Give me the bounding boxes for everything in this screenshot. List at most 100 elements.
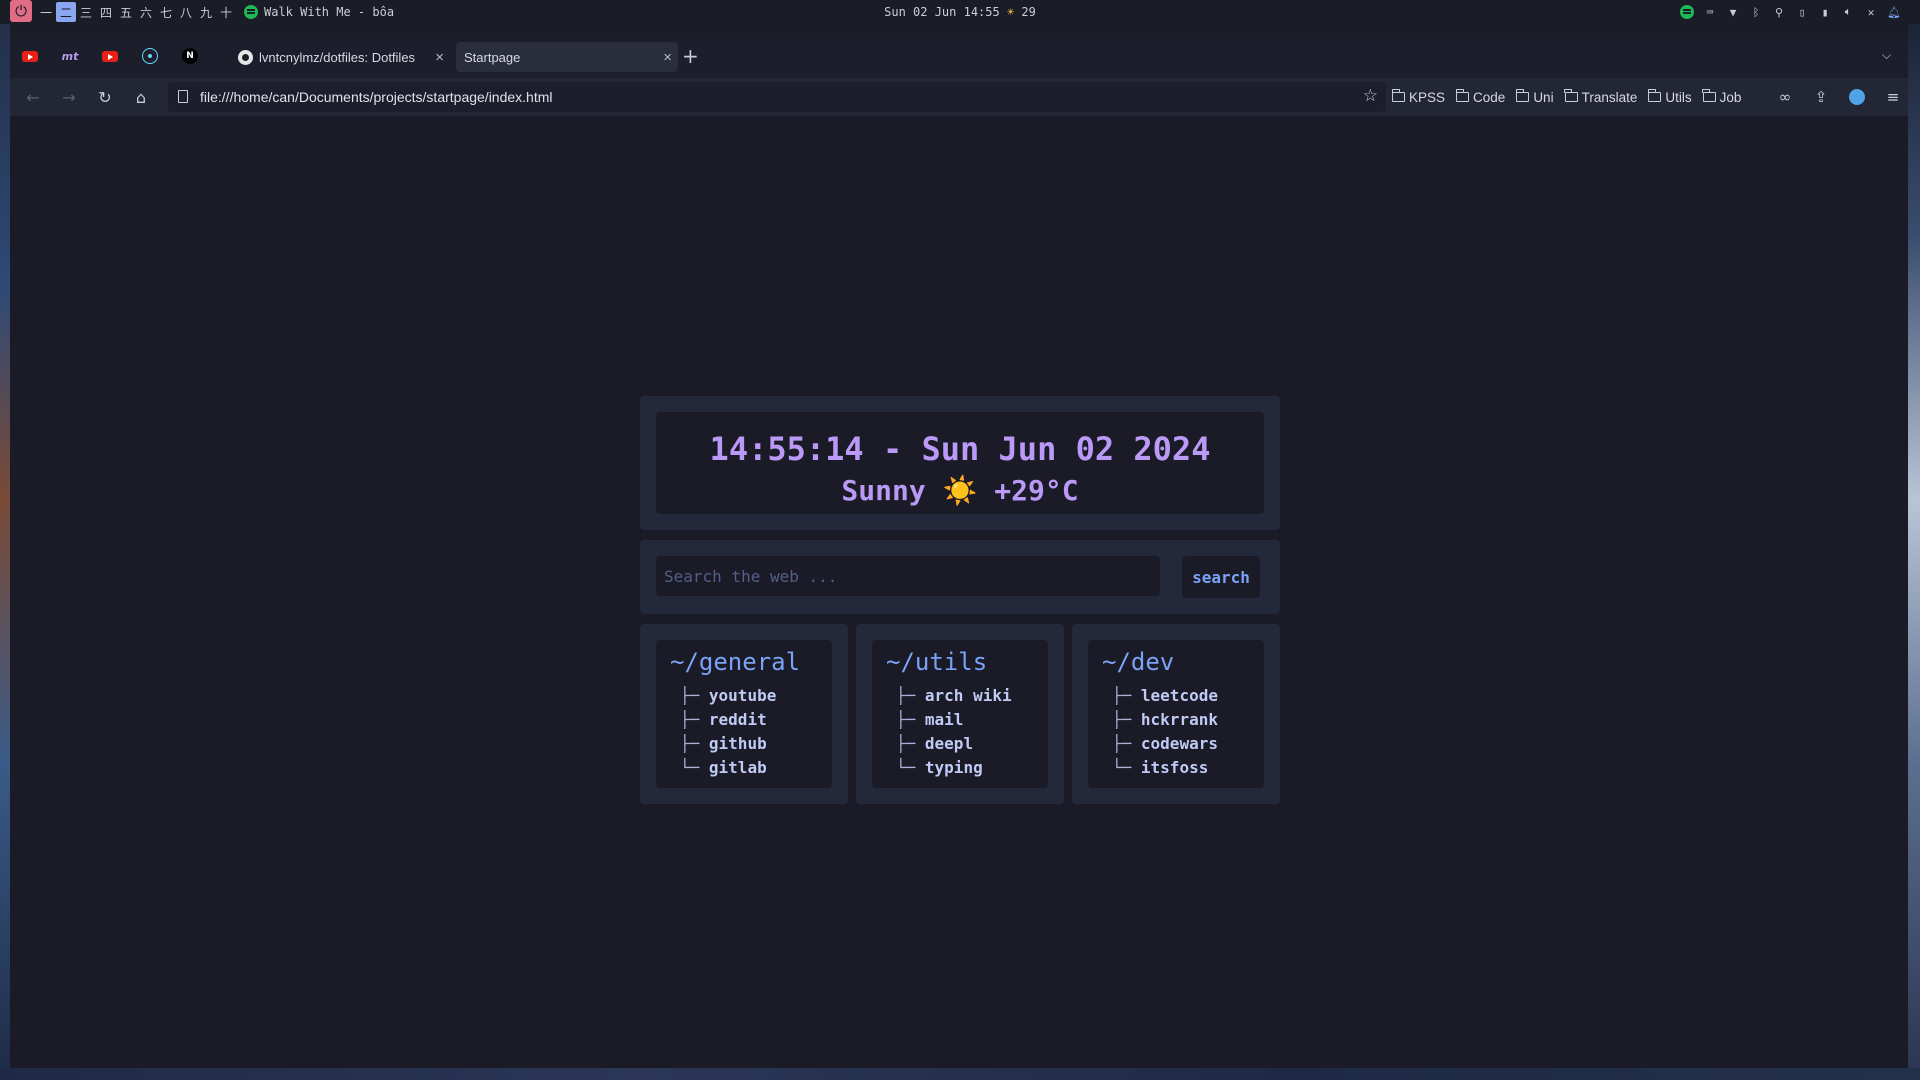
mic-muted-icon[interactable]: ✕: [1864, 5, 1878, 19]
workspace-2[interactable]: 二: [56, 2, 76, 22]
link-hckrrank[interactable]: hckrrank: [1141, 710, 1218, 729]
folder-icon: [1516, 89, 1530, 102]
startpage-content: 14:55:14 - Sun Jun 02 2024 Sunny ☀️ +29°…: [10, 116, 1908, 1068]
tree-branch: ├─: [1112, 686, 1141, 705]
tab-title: Startpage: [464, 49, 521, 65]
bluetooth-icon[interactable]: ᛒ: [1749, 5, 1763, 19]
reload-button[interactable]: ↻: [94, 86, 116, 108]
search-input[interactable]: [656, 556, 1160, 596]
pinned-tab-react[interactable]: [140, 46, 160, 66]
workspace-5[interactable]: 五: [116, 2, 136, 22]
list-item: ├─ codewars: [1112, 732, 1218, 756]
links-panel-dev: ~/dev ├─ leetcode ├─ hckrrank ├─ codewar…: [1072, 624, 1280, 804]
now-playing-title: Walk With Me - bôa: [264, 5, 395, 19]
link-gitlab[interactable]: gitlab: [709, 758, 767, 777]
tree-branch: ├─: [896, 710, 925, 729]
link-github[interactable]: github: [709, 734, 767, 753]
notification-icon[interactable]: 🔔︎: [1887, 5, 1901, 19]
links-box: ~/utils ├─ arch wiki ├─ mail ├─ deepl └─…: [872, 640, 1048, 788]
datetime-panel: 14:55:14 - Sun Jun 02 2024 Sunny ☀️ +29°…: [640, 396, 1280, 530]
spotify-icon: [244, 5, 258, 19]
now-playing[interactable]: Walk With Me - bôa: [244, 0, 394, 24]
workspace-3[interactable]: 三: [76, 2, 96, 22]
close-icon[interactable]: ×: [435, 49, 444, 66]
battery-icon[interactable]: ▮: [1818, 5, 1832, 19]
tree-branch: ├─: [896, 734, 925, 753]
extension-blue-icon[interactable]: [1846, 86, 1868, 108]
folder-icon: [1702, 89, 1716, 102]
workspace-10[interactable]: 十: [216, 2, 236, 22]
workspace-8[interactable]: 八: [176, 2, 196, 22]
bookmark-folder-job[interactable]: Job: [1702, 89, 1742, 105]
workspace-1[interactable]: 一: [36, 2, 56, 22]
link-youtube[interactable]: youtube: [709, 686, 776, 705]
search-button[interactable]: search: [1182, 556, 1260, 598]
workspace-7[interactable]: 七: [156, 2, 176, 22]
tab-dotfiles[interactable]: lvntcnylmz/dotfiles: Dotfiles ×: [230, 42, 450, 72]
links-panel-utils: ~/utils ├─ arch wiki ├─ mail ├─ deepl └─…: [856, 624, 1064, 804]
link-reddit[interactable]: reddit: [709, 710, 767, 729]
url-bar[interactable]: file:///home/can/Documents/projects/star…: [168, 82, 1386, 112]
list-item: ├─ leetcode: [1112, 684, 1218, 708]
bookmark-label: KPSS: [1409, 89, 1446, 105]
bookmark-folder-uni[interactable]: Uni: [1516, 89, 1554, 105]
pinned-tab-notion[interactable]: N: [180, 46, 200, 66]
location-icon[interactable]: ⚲: [1772, 5, 1786, 19]
weather-sun-icon: ☀: [1006, 5, 1015, 19]
private-mask-icon[interactable]: ∞: [1774, 86, 1796, 108]
list-item: ├─ mail: [896, 708, 1012, 732]
bookmark-folder-code[interactable]: Code: [1455, 89, 1505, 105]
workspace-6[interactable]: 六: [136, 2, 156, 22]
pinned-tab-youtube[interactable]: [20, 46, 40, 66]
bookmark-label: Uni: [1533, 89, 1554, 105]
home-button[interactable]: ⌂: [130, 86, 152, 108]
bookmark-folder-kpss[interactable]: KPSS: [1391, 89, 1446, 105]
column-title: ~/dev: [1102, 648, 1175, 676]
power-icon[interactable]: ⏻: [10, 0, 32, 22]
url-text[interactable]: file:///home/can/Documents/projects/star…: [200, 82, 553, 112]
system-clock[interactable]: Sun 02 Jun 14:55 ☀ 29: [870, 0, 1050, 24]
close-icon[interactable]: ×: [663, 49, 672, 66]
link-leetcode[interactable]: leetcode: [1141, 686, 1218, 705]
link-typing[interactable]: typing: [925, 758, 983, 777]
link-list: ├─ leetcode ├─ hckrrank ├─ codewars └─ i…: [1112, 684, 1218, 780]
mt-icon: mt: [61, 49, 79, 63]
forward-button[interactable]: →: [58, 86, 80, 108]
workspace-9[interactable]: 九: [196, 2, 216, 22]
link-itsfoss[interactable]: itsfoss: [1141, 758, 1208, 777]
youtube-icon: [22, 50, 38, 62]
star-icon[interactable]: ☆: [1363, 86, 1378, 106]
wallpaper-edge-right: [1908, 24, 1920, 1080]
link-deepl[interactable]: deepl: [925, 734, 973, 753]
link-mail[interactable]: mail: [925, 710, 964, 729]
spotify-tray-icon[interactable]: [1680, 5, 1694, 19]
bookmark-label: Job: [1719, 89, 1742, 105]
tree-branch: ├─: [1112, 734, 1141, 753]
keyboard-icon[interactable]: ⌨: [1703, 5, 1717, 19]
weather-text: Sunny ☀️ +29°C: [841, 474, 1079, 507]
youtube-icon: [102, 50, 118, 62]
link-codewars[interactable]: codewars: [1141, 734, 1218, 753]
workspace-4[interactable]: 四: [96, 2, 116, 22]
workspace-switcher: 一 二 三 四 五 六 七 八 九 十: [36, 0, 236, 24]
bookmark-folder-translate[interactable]: Translate: [1564, 89, 1638, 105]
pinned-tab-mt[interactable]: mt: [60, 46, 80, 66]
bookmark-label: Translate: [1581, 89, 1638, 105]
back-button[interactable]: ←: [22, 86, 44, 108]
bookmark-folder-utils[interactable]: Utils: [1648, 89, 1692, 105]
link-arch-wiki[interactable]: arch wiki: [925, 686, 1012, 705]
phone-icon[interactable]: ▯: [1795, 5, 1809, 19]
list-item: ├─ reddit: [680, 708, 776, 732]
pinned-tab-youtube-2[interactable]: [100, 46, 120, 66]
menu-icon[interactable]: ≡: [1882, 86, 1904, 108]
new-tab-button[interactable]: +: [682, 46, 699, 66]
tree-branch: ├─: [896, 686, 925, 705]
volume-icon[interactable]: 🔈︎: [1841, 5, 1855, 19]
chevron-down-icon[interactable]: ⌵: [1882, 48, 1891, 63]
extensions-icon[interactable]: ⇪: [1810, 86, 1832, 108]
tab-startpage[interactable]: Startpage ×: [456, 42, 678, 72]
wifi-icon[interactable]: ▼: [1726, 5, 1740, 19]
clock-text: Sun 02 Jun 14:55: [884, 5, 1000, 19]
links-box: ~/dev ├─ leetcode ├─ hckrrank ├─ codewar…: [1088, 640, 1264, 788]
datetime-text: 14:55:14 - Sun Jun 02 2024: [709, 430, 1211, 468]
